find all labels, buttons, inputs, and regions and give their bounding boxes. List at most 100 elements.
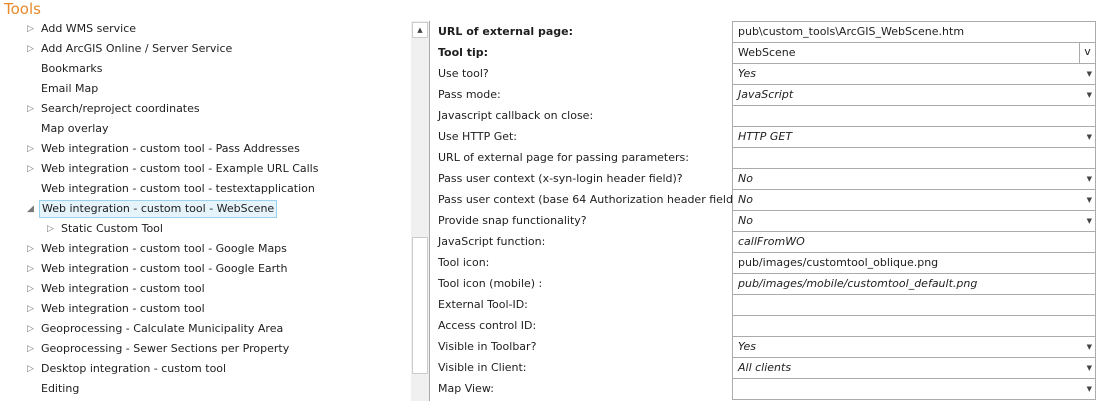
tree-item-label: Geoprocessing - Sewer Sections per Prope…: [41, 342, 290, 355]
property-row: External Tool-ID:: [430, 294, 1096, 316]
tree-item[interactable]: ▷ Search/reproject coordinates: [0, 99, 410, 119]
tree-item[interactable]: ▷ Geoprocessing - Sewer Sections per Prop…: [0, 339, 410, 359]
collapsed-arrow-icon[interactable]: ▷: [27, 339, 34, 359]
collapsed-arrow-icon[interactable]: ▷: [47, 219, 54, 239]
collapsed-arrow-icon[interactable]: ▷: [27, 259, 34, 279]
vertical-scrollbar[interactable]: ▲: [411, 21, 429, 401]
scroll-up-button[interactable]: ▲: [412, 22, 428, 38]
property-input[interactable]: [732, 105, 1096, 127]
collapsed-arrow-icon[interactable]: ▷: [27, 239, 34, 259]
tree-item[interactable]: ▷ Web integration - custom tool: [0, 279, 410, 299]
tree-item-label: Editing: [41, 382, 80, 395]
expand-button[interactable]: v: [1079, 43, 1095, 63]
collapsed-arrow-icon[interactable]: ▷: [27, 99, 34, 119]
tree-item[interactable]: ▷ Geoprocessing - Calculate Municipality …: [0, 319, 410, 339]
property-select[interactable]: All clients ▼: [732, 357, 1096, 379]
tree-item-label: Web integration - custom tool: [41, 302, 205, 315]
dropdown-arrow-icon[interactable]: ▼: [1087, 85, 1092, 105]
dropdown-arrow-icon[interactable]: ▼: [1087, 379, 1092, 399]
collapsed-arrow-icon[interactable]: ▷: [27, 279, 34, 299]
property-value: All clients: [738, 361, 792, 374]
property-row: URL of external page for passing paramet…: [430, 147, 1096, 169]
property-row: Javascript callback on close:: [430, 105, 1096, 127]
property-input[interactable]: WebScene v: [732, 42, 1096, 64]
property-input[interactable]: pub\custom_tools\ArcGIS_WebScene.htm: [732, 21, 1096, 43]
collapsed-arrow-icon[interactable]: ▷: [27, 319, 34, 339]
tree-item-label: Geoprocessing - Calculate Municipality A…: [41, 322, 284, 335]
property-input[interactable]: pub/images/mobile/customtool_default.png: [732, 273, 1096, 295]
collapsed-arrow-icon[interactable]: ▷: [27, 159, 34, 179]
panel-title: Tools: [4, 0, 41, 18]
tree-item[interactable]: Map overlay: [0, 119, 410, 139]
property-input[interactable]: [732, 147, 1096, 169]
tree-item[interactable]: ▷ Web integration - custom tool - Google …: [0, 259, 410, 279]
property-value: pub/images/mobile/customtool_default.png: [738, 277, 978, 290]
property-row: Visible in Client: All clients ▼: [430, 357, 1096, 379]
property-row: Pass mode: JavaScript ▼: [430, 84, 1096, 106]
property-select[interactable]: Yes ▼: [732, 336, 1096, 358]
dropdown-arrow-icon[interactable]: ▼: [1087, 211, 1092, 231]
property-input[interactable]: [732, 294, 1096, 316]
property-label: Use HTTP Get:: [438, 130, 518, 143]
property-input[interactable]: callFromWO: [732, 231, 1096, 253]
property-row: Use HTTP Get: HTTP GET ▼: [430, 126, 1096, 148]
tree-item-label: Email Map: [41, 82, 99, 95]
property-select[interactable]: No ▼: [732, 168, 1096, 190]
tree-item-label: Map overlay: [41, 122, 109, 135]
property-select[interactable]: HTTP GET ▼: [732, 126, 1096, 148]
tree-item[interactable]: ▷ Web integration - custom tool - Pass Ad…: [0, 139, 410, 159]
collapsed-arrow-icon[interactable]: ▷: [27, 139, 34, 159]
property-row: Tool tip: WebScene v: [430, 42, 1096, 64]
property-value: Yes: [738, 67, 757, 80]
tree-item[interactable]: ▷ Web integration - custom tool - Google …: [0, 239, 410, 259]
property-label: Visible in Toolbar?: [438, 340, 537, 353]
property-value: pub\custom_tools\ArcGIS_WebScene.htm: [738, 25, 965, 38]
tree-item[interactable]: Bookmarks: [0, 59, 410, 79]
property-row: Provide snap functionality? No ▼: [430, 210, 1096, 232]
tree-item-label: Search/reproject coordinates: [41, 102, 200, 115]
tools-tree: ▷ Add WMS service ▷ Add ArcGIS Online / Ser…: [0, 19, 410, 399]
property-select[interactable]: No ▼: [732, 210, 1096, 232]
property-value: WebScene: [738, 46, 796, 59]
dropdown-arrow-icon[interactable]: ▼: [1087, 127, 1092, 147]
property-select[interactable]: JavaScript ▼: [732, 84, 1096, 106]
expanded-arrow-icon[interactable]: ◢: [27, 199, 34, 219]
dropdown-arrow-icon[interactable]: ▼: [1087, 337, 1092, 357]
property-input[interactable]: [732, 315, 1096, 337]
tree-item[interactable]: ▷ Add ArcGIS Online / Server Service: [0, 39, 410, 59]
tree-item[interactable]: ▷ Web integration - custom tool - Example…: [0, 159, 410, 179]
property-row: URL of external page: pub\custom_tools\Ar…: [430, 21, 1096, 43]
dropdown-arrow-icon[interactable]: ▼: [1087, 190, 1092, 210]
tree-item[interactable]: ▷ Add WMS service: [0, 19, 410, 39]
tree-item[interactable]: ▷ Web integration - custom tool: [0, 299, 410, 319]
collapsed-arrow-icon[interactable]: ▷: [27, 299, 34, 319]
tree-item[interactable]: Email Map: [0, 79, 410, 99]
property-row: Visible in Toolbar? Yes ▼: [430, 336, 1096, 358]
collapsed-arrow-icon[interactable]: ▷: [27, 359, 34, 379]
property-label: URL of external page:: [438, 25, 573, 38]
collapsed-arrow-icon[interactable]: ▷: [27, 39, 34, 59]
property-select[interactable]: ▼: [732, 378, 1096, 400]
tree-item-label: Web integration - custom tool - testexta…: [41, 182, 315, 195]
tree-item[interactable]: Editing: [0, 379, 410, 399]
property-row: Pass user context (x-syn-login header fi…: [430, 168, 1096, 190]
collapsed-arrow-icon[interactable]: ▷: [27, 19, 34, 39]
property-value: No: [738, 193, 753, 206]
tree-item[interactable]: ◢ Web integration - custom tool - WebScen…: [0, 199, 410, 219]
property-label: Tool tip:: [438, 46, 489, 59]
property-select[interactable]: Yes ▼: [732, 63, 1096, 85]
property-value: No: [738, 172, 753, 185]
property-select[interactable]: No ▼: [732, 189, 1096, 211]
tree-item-label: Web integration - custom tool - Pass Add…: [41, 142, 300, 155]
property-value: pub/images/customtool_oblique.png: [738, 256, 939, 269]
dropdown-arrow-icon[interactable]: ▼: [1087, 358, 1092, 378]
property-input[interactable]: pub/images/customtool_oblique.png: [732, 252, 1096, 274]
dropdown-arrow-icon[interactable]: ▼: [1087, 169, 1092, 189]
tree-item[interactable]: ▷ Desktop integration - custom tool: [0, 359, 410, 379]
tree-item-label: Add ArcGIS Online / Server Service: [41, 42, 233, 55]
tree-item[interactable]: Web integration - custom tool - testexta…: [0, 179, 410, 199]
scroll-thumb[interactable]: [412, 237, 428, 374]
tree-item[interactable]: ▷ Static Custom Tool: [0, 219, 410, 239]
dropdown-arrow-icon[interactable]: ▼: [1087, 64, 1092, 84]
property-label: Javascript callback on close:: [438, 109, 594, 122]
